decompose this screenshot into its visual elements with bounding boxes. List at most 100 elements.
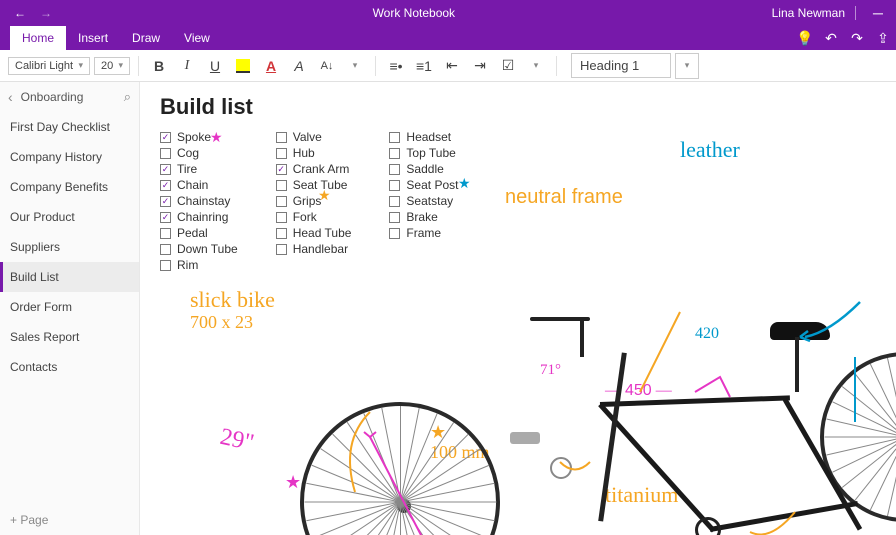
user-name[interactable]: Lina Newman — [772, 6, 845, 20]
checkbox-icon[interactable]: ✓ — [160, 212, 171, 223]
checklist-label: Saddle — [406, 162, 443, 176]
checklist-item[interactable]: ✓Chainring — [160, 210, 238, 224]
checklist-item[interactable]: Hub — [276, 146, 352, 160]
share-icon[interactable]: ⇪ — [870, 26, 896, 50]
sidebar-header[interactable]: ‹ Onboarding ⌕ — [0, 82, 139, 112]
checklist-item[interactable]: Seat Post — [389, 178, 458, 192]
star-ink-icon: ★ — [285, 472, 301, 493]
checklist-item[interactable]: Head Tube — [276, 226, 352, 240]
sidebar-item[interactable]: Contacts — [0, 352, 139, 382]
checklist-item[interactable]: Grips — [276, 194, 352, 208]
checklist-item[interactable]: Rim — [160, 258, 238, 272]
outdent-button[interactable]: ⇤ — [440, 54, 464, 78]
sidebar-item[interactable]: Build List — [0, 262, 139, 292]
checklist-item[interactable]: Fork — [276, 210, 352, 224]
sidebar-item[interactable]: Our Product — [0, 202, 139, 232]
checklist-item[interactable]: Brake — [389, 210, 458, 224]
checklist-item[interactable]: Frame — [389, 226, 458, 240]
checklist-label: Valve — [293, 130, 322, 144]
bold-button[interactable]: B — [147, 54, 171, 78]
checkbox-icon[interactable] — [160, 260, 171, 271]
checklist-item[interactable]: Seat Tube — [276, 178, 352, 192]
checkbox-icon[interactable] — [160, 244, 171, 255]
ink-note: 700 x 23 — [190, 312, 253, 333]
checklist-item[interactable]: Seatstay — [389, 194, 458, 208]
checklist-item[interactable]: Saddle — [389, 162, 458, 176]
chevron-left-icon[interactable]: ‹ — [8, 89, 13, 105]
checkbox-icon[interactable] — [276, 196, 287, 207]
back-button[interactable]: ← — [10, 3, 30, 23]
indent-button[interactable]: ⇥ — [468, 54, 492, 78]
tab-view[interactable]: View — [172, 26, 222, 50]
checklist-item[interactable]: Down Tube — [160, 242, 238, 256]
checkbox-icon[interactable] — [276, 228, 287, 239]
sidebar-item[interactable]: Company Benefits — [0, 172, 139, 202]
checkbox-icon[interactable] — [389, 148, 400, 159]
notebook-title: Work Notebook — [66, 6, 762, 20]
underline-button[interactable]: U — [203, 54, 227, 78]
font-expand[interactable]: ▾ — [343, 54, 367, 78]
minimize-button[interactable]: ─ — [866, 5, 890, 21]
sidebar-item[interactable]: Order Form — [0, 292, 139, 322]
checklist-item[interactable]: ✓Spoke — [160, 130, 238, 144]
tab-draw[interactable]: Draw — [120, 26, 172, 50]
format-painter-button[interactable]: A↓ — [315, 54, 339, 78]
checkbox-icon[interactable] — [389, 228, 400, 239]
checkbox-icon[interactable] — [276, 212, 287, 223]
font-color-button[interactable]: A — [259, 54, 283, 78]
font-size-select[interactable]: 20▾ — [94, 57, 130, 75]
checklist-item[interactable]: Valve — [276, 130, 352, 144]
tab-home[interactable]: Home — [10, 26, 66, 50]
checklist-item[interactable]: Pedal — [160, 226, 238, 240]
checklist-item[interactable]: Cog — [160, 146, 238, 160]
font-select[interactable]: Calibri Light▾ — [8, 57, 90, 75]
checkbox-icon[interactable] — [389, 180, 400, 191]
italic-button[interactable]: I — [175, 54, 199, 78]
forward-button[interactable]: → — [36, 3, 56, 23]
search-icon[interactable]: ⌕ — [124, 89, 131, 105]
undo-icon[interactable]: ↶ — [818, 26, 844, 50]
page-title[interactable]: Build list — [160, 94, 876, 120]
redo-icon[interactable]: ↷ — [844, 26, 870, 50]
checklist-item[interactable]: ✓Chain — [160, 178, 238, 192]
tab-insert[interactable]: Insert — [66, 26, 120, 50]
lightbulb-icon[interactable]: 💡 — [792, 26, 818, 50]
checkbox-icon[interactable] — [276, 244, 287, 255]
checkbox-icon[interactable] — [389, 164, 400, 175]
numbering-button[interactable]: ≡1 — [412, 54, 436, 78]
sidebar-item[interactable]: Suppliers — [0, 232, 139, 262]
checklist[interactable]: ✓Spoke Cog ✓Tire ✓Chain ✓Chainstay ✓Chainring… — [160, 130, 876, 272]
style-select[interactable]: Heading 1 — [571, 53, 671, 78]
checkbox-icon[interactable] — [389, 132, 400, 143]
checklist-item[interactable]: ✓Chainstay — [160, 194, 238, 208]
sidebar-item[interactable]: Company History — [0, 142, 139, 172]
checklist-item[interactable]: Handlebar — [276, 242, 352, 256]
checklist-item[interactable]: ✓Crank Arm — [276, 162, 352, 176]
checklist-label: Brake — [406, 210, 437, 224]
checkbox-icon[interactable]: ✓ — [160, 164, 171, 175]
checklist-item[interactable]: Headset — [389, 130, 458, 144]
checkbox-icon[interactable]: ✓ — [160, 180, 171, 191]
checkbox-icon[interactable] — [160, 148, 171, 159]
page-canvas[interactable]: Build list ✓Spoke Cog ✓Tire ✓Chain ✓Chainsta… — [140, 82, 896, 535]
checkbox-icon[interactable]: ✓ — [276, 164, 287, 175]
checkbox-icon[interactable]: ✓ — [160, 196, 171, 207]
checklist-item[interactable]: ✓Tire — [160, 162, 238, 176]
checkbox-icon[interactable] — [276, 132, 287, 143]
add-page-button[interactable]: + Page — [0, 505, 139, 535]
bullets-button[interactable]: ≡• — [384, 54, 408, 78]
para-expand[interactable]: ▾ — [524, 54, 548, 78]
checkbox-icon[interactable] — [276, 180, 287, 191]
sidebar-item[interactable]: Sales Report — [0, 322, 139, 352]
sidebar-item[interactable]: First Day Checklist — [0, 112, 139, 142]
highlight-button[interactable] — [231, 54, 255, 78]
checkbox-icon[interactable] — [160, 228, 171, 239]
checkbox-icon[interactable] — [276, 148, 287, 159]
style-expand[interactable]: ▾ — [675, 53, 699, 79]
clear-format-button[interactable]: A — [287, 54, 311, 78]
todo-button[interactable]: ☑ — [496, 54, 520, 78]
checkbox-icon[interactable] — [389, 212, 400, 223]
checkbox-icon[interactable]: ✓ — [160, 132, 171, 143]
checklist-item[interactable]: Top Tube — [389, 146, 458, 160]
checkbox-icon[interactable] — [389, 196, 400, 207]
